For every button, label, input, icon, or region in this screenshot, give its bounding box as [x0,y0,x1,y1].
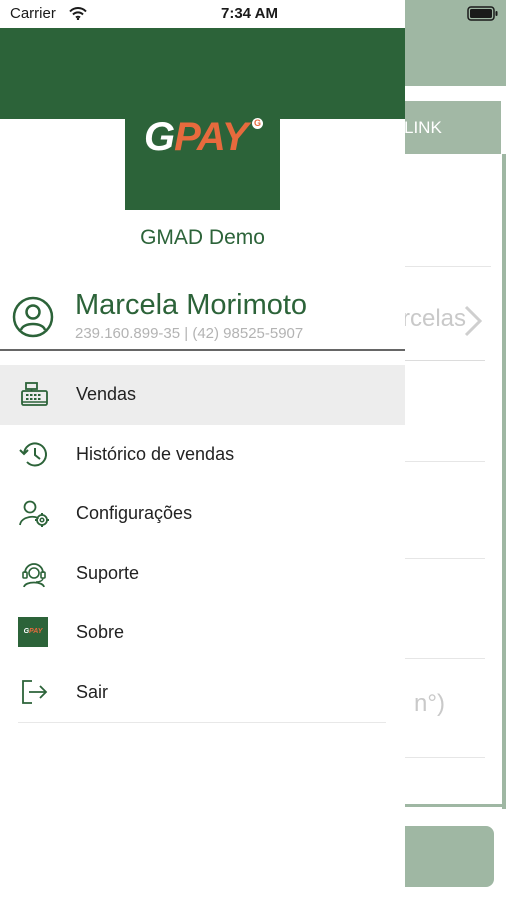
support-headset-icon [22,562,46,587]
menu-item-configuracoes[interactable]: Configurações [0,484,405,544]
background-link-button[interactable]: LINK [404,101,501,154]
background-divider [405,558,485,559]
logout-icon [22,679,48,704]
background-divider [405,757,485,758]
navigation-drawer: GPAY G GMAD Demo Marcela Morimoto 239.16… [0,28,405,900]
gpay-logo-text: GPAY [144,115,248,160]
background-parcelas-text: rcelas [402,305,467,332]
background-divider [405,461,485,462]
menu-label: Configurações [76,503,193,524]
background-divider [405,658,485,659]
menu-item-sair[interactable]: Sair [0,663,405,723]
chevron-right-icon[interactable] [458,303,486,339]
menu-item-historico[interactable]: Histórico de vendas [0,425,405,485]
menu-bottom-divider [18,722,386,723]
user-settings-icon [19,500,49,527]
menu-item-suporte[interactable]: Suporte [0,544,405,604]
logo-pay: PAY [174,115,248,159]
logo-g: G [144,115,175,159]
background-numero-text: n°) [414,690,445,717]
status-bar: Carrier 7:34 AM [0,0,506,28]
history-icon [19,441,47,466]
carrier-label: Carrier [10,5,56,22]
battery-icon [467,6,498,21]
background-divider [405,360,485,361]
user-details: 239.160.899-35 | (42) 98525-5907 [75,325,304,342]
menu-item-vendas[interactable]: Vendas [0,365,405,425]
menu-label: Histórico de vendas [76,443,235,464]
profile-divider [0,349,405,351]
wifi-icon [69,7,87,20]
menu-label: Suporte [76,562,140,583]
menu-label: Sair [76,681,109,702]
menu-label: Sobre [76,622,125,643]
store-name: GMAD Demo [140,226,265,249]
menu-item-sobre[interactable]: GPAY Sobre [0,603,405,663]
background-bottom-button[interactable] [405,826,494,887]
user-avatar-icon [12,296,54,338]
logo-badge: G [252,118,263,129]
user-name: Marcela Morimoto [75,289,308,321]
clock: 7:34 AM [221,5,278,22]
background-divider [405,266,491,267]
menu-label: Vendas [76,384,137,405]
background-card-edge [502,154,506,809]
cash-register-icon [21,382,48,406]
drawer-menu: Vendas Histórico de vendas Configurações… [0,365,405,723]
background-link-label: LINK [404,118,442,137]
background-bottom-line [405,804,506,807]
gpay-logo-icon: GPAY [18,617,48,647]
